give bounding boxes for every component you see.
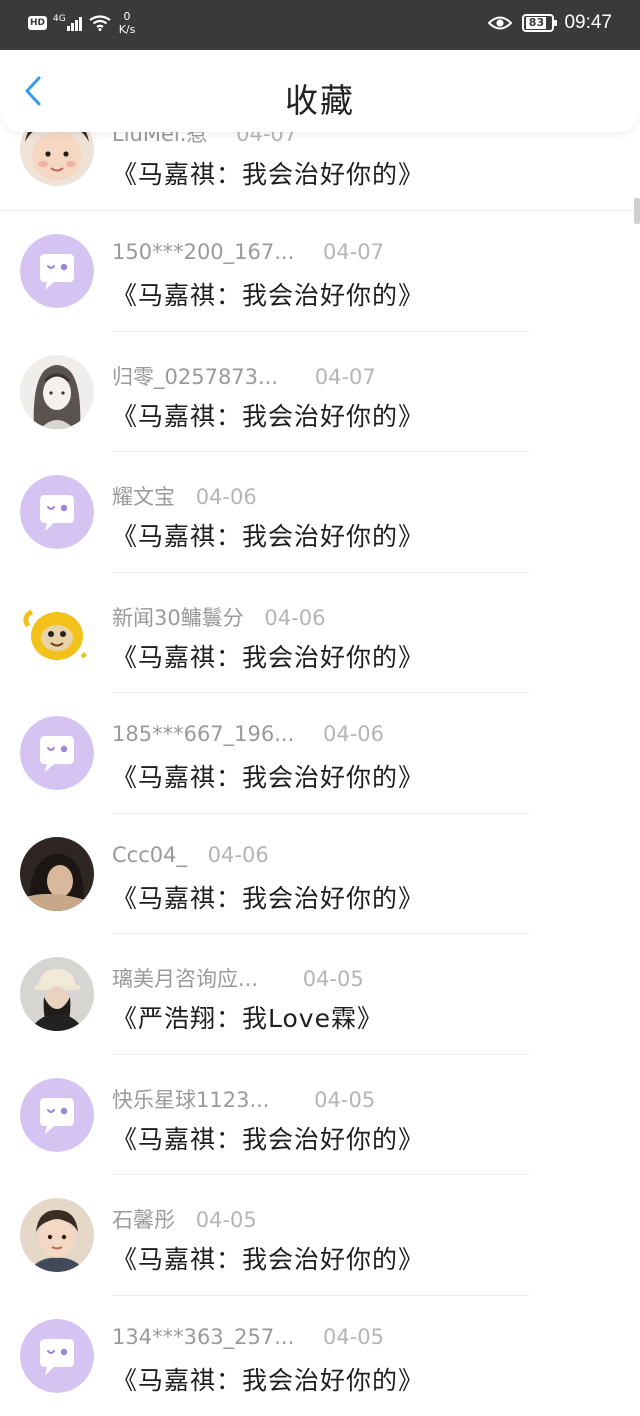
collection-title[interactable]: 《马嘉祺：我会治好你的》 [112, 879, 424, 915]
date: 04-06 [208, 843, 269, 867]
list-item[interactable]: 150***200_167... 04-07 《马嘉祺：我会治好你的》 [0, 211, 640, 332]
item-meta: 新闻30鳙鬟分 04-06 [112, 602, 325, 632]
item-meta: 石馨彤 04-05 [112, 1204, 257, 1234]
item-meta: 归零_0257873... 04-07 [112, 361, 376, 391]
avatar [20, 355, 94, 429]
network-speed: 0 K/s [119, 10, 136, 36]
avatar [20, 957, 94, 1031]
date: 04-05 [196, 1208, 257, 1232]
list-item[interactable]: Ccc04_ 04-06 《马嘉祺：我会治好你的》 [0, 814, 640, 935]
page-title: 收藏 [0, 74, 640, 122]
avatar [20, 234, 94, 308]
wifi-icon [89, 15, 111, 31]
signal-icon [67, 15, 83, 31]
date: 04-05 [323, 1325, 384, 1349]
battery-level: 83 [526, 17, 546, 29]
username: Ccc04_ [112, 843, 187, 867]
collection-title[interactable]: 《马嘉祺：我会治好你的》 [112, 638, 424, 674]
collection-title[interactable]: 《马嘉祺：我会治好你的》 [112, 517, 424, 553]
collection-title[interactable]: 《马嘉祺：我会治好你的》 [112, 1361, 424, 1397]
chat-bubble-icon [20, 234, 94, 308]
date: 04-05 [314, 1088, 375, 1112]
collection-title[interactable]: 《马嘉祺：我会治好你的》 [112, 276, 424, 312]
username: 134***363_257... [112, 1325, 294, 1349]
date: 04-05 [303, 967, 364, 991]
list-item[interactable]: 快乐星球1123... 04-05 《马嘉祺：我会治好你的》 [0, 1055, 640, 1176]
username: 快乐星球1123... [112, 1088, 269, 1112]
collection-title[interactable]: 《马嘉祺：我会治好你的》 [112, 1240, 424, 1276]
header-bar: 收藏 [0, 50, 640, 132]
username: 185***667_196... [112, 722, 294, 746]
avatar [20, 1198, 94, 1272]
item-meta: 耀文宝 04-06 [112, 481, 257, 511]
list-item[interactable]: 耀文宝 04-06 《马嘉祺：我会治好你的》 [0, 452, 640, 573]
chat-bubble-icon [20, 1078, 94, 1152]
username: 石馨彤 [112, 1208, 175, 1232]
collection-title[interactable]: 《马嘉祺：我会治好你的》 [112, 758, 424, 794]
date: 04-06 [196, 485, 257, 509]
username: 耀文宝 [112, 485, 175, 509]
item-meta: 璃美月咨询应... 04-05 [112, 963, 364, 993]
chat-bubble-icon [20, 716, 94, 790]
collection-title[interactable]: 《严浩翔：我Love霖》 [112, 999, 383, 1035]
network-type: 4G [53, 14, 66, 24]
username: 新闻30鳙鬟分 [112, 606, 244, 630]
date: 04-06 [264, 606, 325, 630]
list-item[interactable]: 185***667_196... 04-06 《马嘉祺：我会治好你的》 [0, 693, 640, 814]
list-item[interactable]: 石馨彤 04-05 《马嘉祺：我会治好你的》 [0, 1175, 640, 1296]
avatar [20, 475, 94, 549]
list-item[interactable]: 134***363_257... 04-05 《马嘉祺：我会治好你的》 [0, 1296, 640, 1416]
collection-title[interactable]: 《马嘉祺：我会治好你的》 [112, 397, 424, 433]
username: 璃美月咨询应... [112, 967, 258, 991]
avatar [20, 1078, 94, 1152]
clock: 09:47 [564, 12, 612, 34]
favorites-list: LiuMei.惹 04-07 《马嘉祺：我会治好你的》 150***200_16… [0, 90, 640, 1416]
item-meta: Ccc04_ 04-06 [112, 843, 269, 867]
scrollbar-thumb[interactable] [634, 198, 640, 224]
date: 04-07 [315, 365, 376, 389]
avatar [20, 596, 94, 670]
item-meta: 134***363_257... 04-05 [112, 1325, 384, 1349]
avatar [20, 716, 94, 790]
username: 150***200_167... [112, 240, 294, 264]
status-bar: HD 4G 0 K/s 83 09:47 [0, 0, 640, 50]
item-meta: 150***200_167... 04-07 [112, 240, 384, 264]
username: 归零_0257873... [112, 365, 278, 389]
list-item[interactable]: 璃美月咨询应... 04-05 《严浩翔：我Love霖》 [0, 934, 640, 1055]
chat-bubble-icon [20, 475, 94, 549]
battery-icon: 83 [522, 14, 554, 32]
date: 04-06 [323, 722, 384, 746]
collection-title[interactable]: 《马嘉祺：我会治好你的》 [112, 155, 424, 191]
eye-comfort-icon [488, 15, 512, 31]
date: 04-07 [323, 240, 384, 264]
item-meta: 快乐星球1123... 04-05 [112, 1084, 375, 1114]
list-item[interactable]: 新闻30鳙鬟分 04-06 《马嘉祺：我会治好你的》 [0, 573, 640, 694]
item-meta: 185***667_196... 04-06 [112, 722, 384, 746]
collection-title[interactable]: 《马嘉祺：我会治好你的》 [112, 1120, 424, 1156]
hd-badge: HD [28, 16, 47, 30]
list-item[interactable]: 归零_0257873... 04-07 《马嘉祺：我会治好你的》 [0, 332, 640, 453]
avatar [20, 837, 94, 911]
